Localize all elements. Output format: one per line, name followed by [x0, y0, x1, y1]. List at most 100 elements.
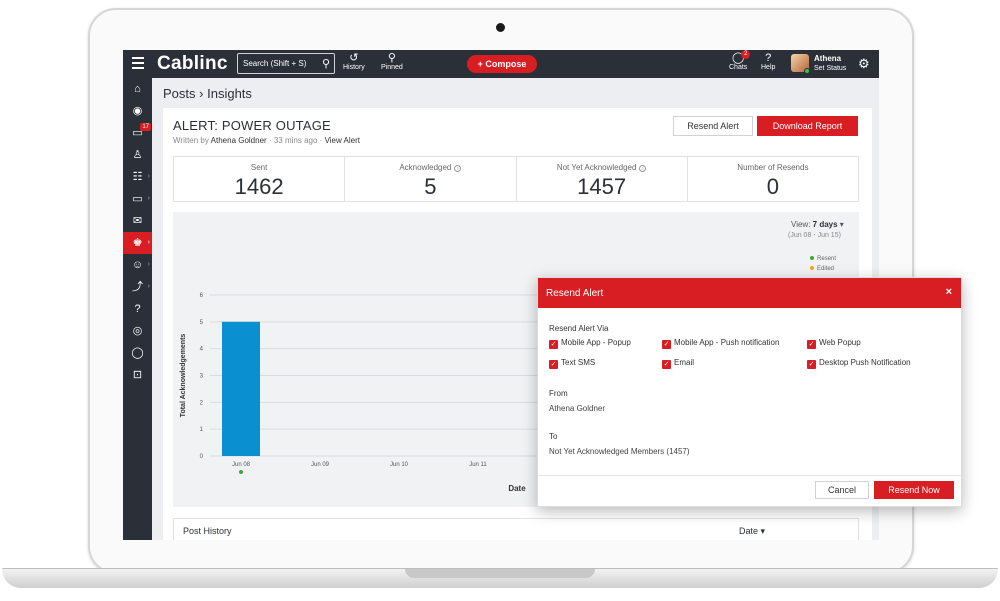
x-tick-label: Jun 10: [390, 462, 409, 468]
analytics-icon[interactable]: ⤴ ›: [123, 276, 152, 298]
stats-panel: Sent 1462 Acknowledged i 5 Not Yet Acknow…: [173, 156, 859, 202]
camera-icon: [496, 23, 505, 32]
tray-icon[interactable]: ▭ ›: [123, 188, 152, 210]
modal-divider: [538, 475, 961, 476]
x-tick-label: Jun 11: [469, 462, 487, 468]
stat-label: Acknowledged: [399, 163, 452, 172]
chats-label: Chats: [729, 64, 748, 71]
checkbox-mobile-push[interactable]: ✓ Mobile App - Push notification: [662, 338, 779, 349]
brand-logo: Cablinc: [157, 53, 228, 74]
checkbox-text-sms[interactable]: ✓ Text SMS: [549, 358, 595, 369]
target-icon[interactable]: ◎: [123, 320, 152, 342]
mail-icon[interactable]: ✉: [123, 210, 152, 232]
pinned-label: Pinned: [381, 64, 403, 71]
close-icon[interactable]: ×: [946, 286, 952, 298]
x-tick-label: Jun 08: [232, 462, 251, 468]
from-label: From: [549, 389, 568, 398]
stat-value: 0: [766, 174, 779, 199]
history-icon: ↺: [349, 52, 359, 64]
breadcrumb-separator: ›: [199, 86, 204, 101]
breadcrumb-insights: Insights: [207, 86, 252, 101]
date-sort-header[interactable]: Date ▾: [739, 526, 765, 537]
info-icon[interactable]: i: [639, 165, 647, 172]
home-icon[interactable]: ⌂: [123, 78, 152, 100]
checkbox-web-popup[interactable]: ✓ Web Popup: [807, 338, 861, 349]
posted-time: 33 mins ago: [273, 136, 318, 145]
question-icon[interactable]: ?: [123, 298, 152, 320]
resend-now-button[interactable]: Resend Now: [874, 481, 954, 499]
stat-sent: Sent 1462: [174, 157, 346, 201]
resend-via-label: Resend Alert Via: [549, 324, 609, 333]
from-value: Athena Goldner: [549, 404, 606, 413]
gift-icon[interactable]: ⊡: [123, 364, 152, 386]
top-bar: Cablinc Search (Shift + S) ⚲ ↺ History ⚲…: [123, 50, 879, 78]
x-tick-label: Jun 09: [311, 462, 330, 468]
x-axis-label: Date: [508, 484, 526, 493]
stat-value: 1462: [234, 174, 284, 199]
laptop-notch: [405, 569, 595, 578]
stat-not-acknowledged: Not Yet Acknowledged i 1457: [517, 157, 688, 201]
smiley-icon[interactable]: ☺ ›: [123, 254, 152, 276]
check-icon: ✓: [662, 360, 671, 369]
search-input[interactable]: Search (Shift + S) ⚲: [237, 53, 335, 74]
checkbox-label: Desktop Push Notification: [819, 358, 911, 367]
inbox-icon[interactable]: ▭ 17: [123, 122, 152, 144]
alert-meta: Written by Athena Goldner · 33 mins ago …: [173, 136, 361, 145]
groups-icon[interactable]: ☷ ›: [123, 166, 152, 188]
chats-badge: 2: [741, 50, 751, 59]
info-icon[interactable]: i: [454, 165, 462, 172]
check-icon: ✓: [807, 340, 816, 349]
gear-icon[interactable]: ⚙: [858, 56, 870, 72]
checkbox-label: Mobile App - Push notification: [674, 338, 780, 347]
checkbox-label: Mobile App - Popup: [561, 338, 631, 347]
online-status-dot: [804, 68, 810, 74]
chats-button[interactable]: ◯ 2 Chats: [729, 50, 751, 71]
resend-alert-button[interactable]: Resend Alert: [673, 116, 753, 136]
stat-label: Not Yet Acknowledged: [556, 163, 637, 172]
check-icon: ✓: [662, 340, 671, 349]
y-tick-label: 6: [200, 293, 204, 299]
y-tick-label: 0: [200, 454, 204, 460]
author-link[interactable]: Athena Goldner: [211, 136, 267, 145]
written-by-label: Written by: [173, 136, 209, 145]
checkbox-email[interactable]: ✓ Email: [662, 358, 694, 369]
stat-label: Number of Resends: [737, 163, 809, 172]
view-alert-link[interactable]: View Alert: [325, 136, 360, 145]
user-icon[interactable]: ♙: [123, 144, 152, 166]
y-tick-label: 2: [200, 400, 204, 406]
y-tick-label: 3: [200, 374, 204, 380]
y-tick-label: 1: [200, 427, 204, 433]
checkbox-desktop-push[interactable]: ✓ Desktop Push Notification: [807, 358, 911, 369]
history-button[interactable]: ↺ History: [343, 52, 365, 71]
check-icon: ✓: [549, 340, 558, 349]
notification-badge: 17: [140, 123, 151, 131]
download-report-button[interactable]: Download Report: [757, 116, 858, 136]
compose-button[interactable]: + Compose: [467, 55, 537, 73]
breadcrumb-posts[interactable]: Posts: [163, 86, 196, 101]
help-label: Help: [761, 64, 776, 71]
cancel-button[interactable]: Cancel: [815, 481, 869, 499]
checkbox-mobile-popup[interactable]: ✓ Mobile App - Popup: [549, 338, 631, 349]
page-title: ALERT: POWER OUTAGE: [173, 118, 331, 133]
user-name[interactable]: Athena: [814, 54, 841, 63]
to-value: Not Yet Acknowledged Members (1457): [549, 447, 690, 456]
checkbox-label: Web Popup: [819, 338, 861, 347]
pin-icon: ⚲: [387, 52, 396, 64]
pinned-button[interactable]: ⚲ Pinned: [381, 52, 403, 71]
search-icon[interactable]: ⚲: [322, 57, 330, 70]
check-icon: ✓: [807, 360, 816, 369]
menu-icon[interactable]: [132, 57, 144, 71]
help-button[interactable]: ? Help: [761, 52, 775, 71]
set-status-link[interactable]: Set Status: [814, 65, 846, 72]
speech-icon[interactable]: ◯: [123, 342, 152, 364]
post-history-title: Post History: [183, 526, 232, 536]
stat-value[interactable]: 1457: [517, 174, 687, 200]
modal-title: Resend Alert: [546, 288, 604, 299]
stat-label: Sent: [250, 163, 268, 172]
search-placeholder: Search (Shift + S): [243, 59, 307, 68]
globe-icon[interactable]: ◉: [123, 100, 152, 122]
y-axis-label: Total Acknowledgements: [180, 334, 187, 418]
stat-value[interactable]: 5: [345, 174, 515, 200]
alerts-icon[interactable]: ♚ ›: [123, 232, 152, 254]
checkbox-label: Email: [674, 358, 695, 367]
